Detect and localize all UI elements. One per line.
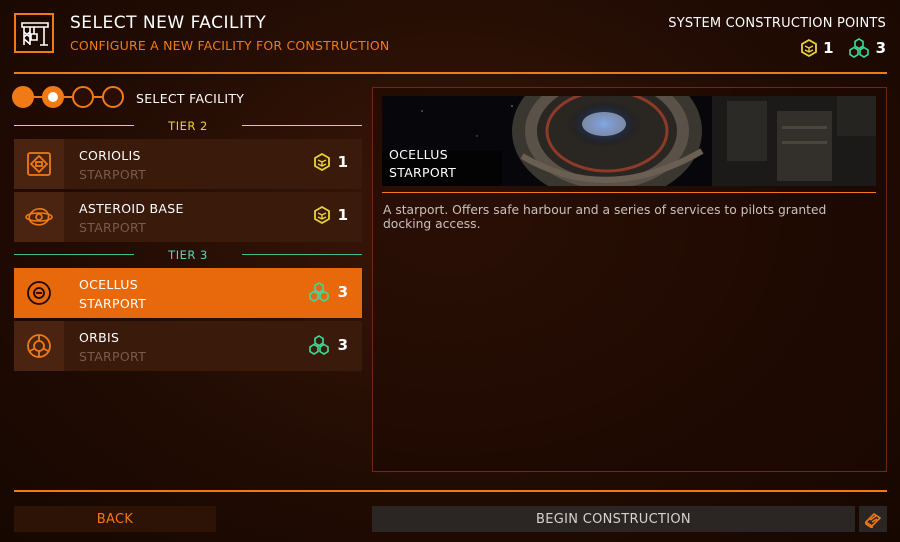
facility-type: STARPORT [79, 349, 147, 364]
facility-cost-value: 3 [337, 283, 348, 301]
facility-cost: 3 [308, 282, 348, 302]
starport-render-image [382, 96, 876, 186]
facility-icon-box [14, 321, 64, 371]
tier3-points-icon [848, 38, 869, 58]
step-2-current [42, 86, 64, 108]
asteroid-base-icon [25, 208, 53, 226]
facility-preview-image [382, 96, 876, 186]
tier-label: TIER 3 [168, 248, 208, 262]
progress-stepper [12, 86, 124, 108]
begin-construction-button[interactable]: BEGIN CONSTRUCTION [372, 506, 855, 532]
step-3 [72, 86, 94, 108]
facility-row-ocellus[interactable]: OCELLUS STARPORT 3 [14, 268, 362, 318]
facility-cost: 3 [308, 335, 348, 355]
tier2-points-icon [313, 153, 330, 171]
step-label: SELECT FACILITY [136, 91, 245, 106]
facility-cost-value: 3 [337, 336, 348, 354]
facility-type: STARPORT [79, 220, 147, 235]
page-title: SELECT NEW FACILITY [70, 13, 267, 33]
tier3-points-icon [308, 335, 329, 355]
header-divider [14, 72, 887, 74]
preview-facility-type: STARPORT [389, 165, 457, 180]
tier-divider [242, 254, 362, 255]
orbis-icon [27, 334, 51, 358]
facility-name: OCELLUS [79, 277, 138, 292]
codex-book-icon [864, 512, 882, 528]
facility-name: ASTEROID BASE [79, 201, 184, 216]
facility-cost: 1 [313, 206, 348, 224]
ocellus-icon [27, 281, 51, 305]
facility-row-coriolis[interactable]: CORIOLIS STARPORT 1 [14, 139, 362, 189]
facility-icon-box [14, 192, 64, 242]
facility-icon-box [14, 139, 64, 189]
facility-cost-value: 1 [337, 153, 348, 171]
step-connector [64, 96, 72, 98]
tier2-points-value: 1 [823, 39, 834, 57]
step-connector [34, 96, 42, 98]
preview-facility-name: OCELLUS [389, 147, 448, 162]
construction-crane-icon [21, 22, 49, 46]
facility-description: A starport. Offers safe harbour and a se… [383, 203, 827, 231]
facility-row-asteroid-base[interactable]: ASTEROID BASE STARPORT 1 [14, 192, 362, 242]
tier2-points-icon [801, 39, 818, 57]
app-logo [14, 13, 54, 53]
tier-2-header: TIER 2 [14, 119, 362, 133]
page-subtitle: CONFIGURE A NEW FACILITY FOR CONSTRUCTIO… [70, 38, 390, 53]
facility-icon-box [14, 268, 64, 318]
tier-divider [242, 125, 362, 126]
facility-type: STARPORT [79, 296, 147, 311]
step-4 [102, 86, 124, 108]
tier-3-header: TIER 3 [14, 248, 362, 262]
facility-type: STARPORT [79, 167, 147, 182]
footer-divider [14, 490, 887, 492]
facility-name: ORBIS [79, 330, 120, 345]
facility-name: CORIOLIS [79, 148, 141, 163]
step-1 [12, 86, 34, 108]
facility-row-orbis[interactable]: ORBIS STARPORT 3 [14, 321, 362, 371]
step-connector [94, 96, 102, 98]
tier3-points-value: 3 [875, 39, 886, 57]
tier2-points-icon [313, 206, 330, 224]
tier-label: TIER 2 [168, 119, 208, 133]
coriolis-icon [27, 152, 51, 176]
tier3-points-icon [308, 282, 329, 302]
back-button[interactable]: BACK [14, 506, 216, 532]
facility-cost-value: 1 [337, 206, 348, 224]
construction-points-summary: 1 3 [801, 38, 886, 58]
codex-button[interactable] [859, 506, 887, 532]
preview-divider [382, 192, 876, 193]
facility-cost: 1 [313, 153, 348, 171]
construction-points-title: SYSTEM CONSTRUCTION POINTS [668, 16, 886, 31]
